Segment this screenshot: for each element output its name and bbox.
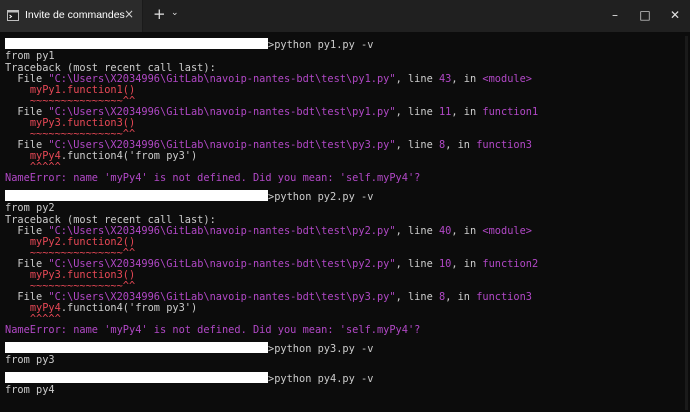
function-name: function3 [476, 139, 532, 151]
redacted-path [5, 38, 268, 49]
window-close-button[interactable]: ✕ [660, 0, 690, 32]
line-number: 8 [438, 139, 446, 151]
terminal-output[interactable]: >python py1.py -v from py1 Traceback (mo… [0, 38, 690, 412]
prompt-line: >python py3.py -v [5, 342, 373, 355]
vertical-scrollbar[interactable] [685, 36, 688, 410]
prompt-line: >python py4.py -v [5, 372, 373, 385]
minimize-button[interactable]: – [600, 0, 630, 32]
error-message: name 'myPy4' is not defined. Did you mea… [67, 172, 421, 184]
line-number: 10 [438, 258, 452, 270]
redacted-path [5, 190, 268, 201]
line-number: 11 [438, 106, 452, 118]
terminal-window: Invite de commandes × + ⌄ – □ ✕ >python … [0, 0, 690, 412]
code-call: .function4('from py3') [60, 150, 198, 162]
title-bar: Invite de commandes × + ⌄ – □ ✕ [0, 0, 690, 32]
close-icon[interactable]: × [124, 7, 134, 21]
function-name: function3 [476, 291, 532, 303]
tab-command-prompt[interactable]: Invite de commandes × [0, 0, 143, 32]
command-text: >python py4.py -v [268, 373, 374, 385]
function-name: <module> [482, 225, 532, 237]
maximize-button[interactable]: □ [630, 0, 660, 32]
function-name: <module> [482, 73, 532, 85]
new-tab-button[interactable]: + [153, 5, 166, 23]
output-line: from py3 [5, 354, 55, 366]
error-line: NameError: name 'myPy4' is not defined. … [5, 324, 420, 337]
terminal-icon [7, 10, 19, 21]
error-type: NameError: [5, 324, 67, 336]
command-text: >python py3.py -v [268, 343, 374, 355]
line-number: 43 [438, 73, 452, 85]
chevron-down-icon[interactable]: ⌄ [171, 8, 179, 18]
redacted-path [5, 372, 268, 383]
prompt-line: >python py2.py -v [5, 190, 373, 203]
command-text: >python py2.py -v [268, 191, 374, 203]
tab-title: Invite de commandes [25, 9, 125, 21]
line-number: 40 [438, 225, 452, 237]
redacted-path [5, 342, 268, 353]
error-type: NameError: [5, 172, 67, 184]
output-line: from py4 [5, 384, 55, 396]
command-text: >python py1.py -v [268, 39, 374, 51]
prompt-line: >python py1.py -v [5, 38, 373, 51]
code-call: .function4('from py3') [60, 302, 198, 314]
function-name: function1 [482, 106, 539, 118]
error-line: NameError: name 'myPy4' is not defined. … [5, 172, 420, 185]
line-number: 8 [438, 291, 446, 303]
function-name: function2 [482, 258, 539, 270]
error-message: name 'myPy4' is not defined. Did you mea… [67, 324, 421, 336]
